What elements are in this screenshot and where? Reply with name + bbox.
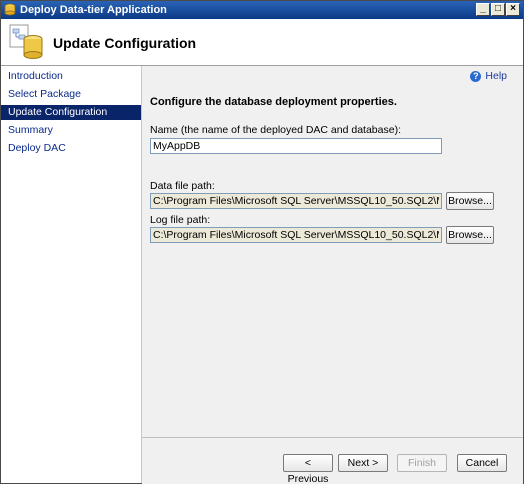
close-icon: ×	[510, 3, 516, 14]
data-path-browse-button[interactable]: Browse...	[446, 192, 494, 210]
wizard-footer: < Previous Next > Finish Cancel	[142, 437, 523, 485]
database-app-icon	[4, 3, 16, 16]
minimize-button[interactable]: _	[476, 3, 490, 16]
main-content: ? Help Configure the database deployment…	[142, 66, 523, 436]
help-label: Help	[485, 70, 507, 82]
help-link[interactable]: ? Help	[470, 70, 507, 82]
log-path-browse-button[interactable]: Browse...	[446, 226, 494, 244]
nav-item-introduction[interactable]: Introduction	[1, 69, 141, 84]
maximize-icon: □	[494, 3, 502, 14]
window-title: Deploy Data-tier Application	[20, 4, 167, 16]
wizard-window: Deploy Data-tier Application _ □ × Updat…	[0, 0, 524, 485]
help-icon: ?	[470, 70, 482, 82]
previous-button[interactable]: < Previous	[283, 454, 333, 485]
close-button[interactable]: ×	[506, 3, 520, 16]
log-path-input[interactable]	[150, 227, 442, 243]
minimize-icon: _	[480, 3, 486, 14]
name-input[interactable]	[150, 138, 442, 154]
wizard-header: Update Configuration	[1, 19, 523, 66]
section-title: Configure the database deployment proper…	[150, 96, 397, 108]
log-path-label: Log file path:	[150, 214, 211, 226]
nav-item-deploy-dac[interactable]: Deploy DAC	[1, 141, 141, 156]
page-title: Update Configuration	[53, 35, 197, 51]
title-bar[interactable]: Deploy Data-tier Application _ □ ×	[1, 1, 523, 19]
name-label: Name (the name of the deployed DAC and d…	[150, 124, 401, 136]
data-path-input[interactable]	[150, 193, 442, 209]
nav-item-summary[interactable]: Summary	[1, 123, 141, 138]
data-path-label: Data file path:	[150, 180, 215, 192]
maximize-button[interactable]: □	[491, 3, 505, 16]
database-config-icon	[9, 24, 43, 59]
finish-button[interactable]: Finish	[397, 454, 447, 472]
next-button[interactable]: Next >	[338, 454, 388, 472]
cancel-button[interactable]: Cancel	[457, 454, 507, 472]
nav-item-update-configuration[interactable]: Update Configuration	[1, 105, 141, 120]
wizard-nav: Introduction Select Package Update Confi…	[1, 66, 142, 483]
nav-item-select-package[interactable]: Select Package	[1, 87, 141, 102]
